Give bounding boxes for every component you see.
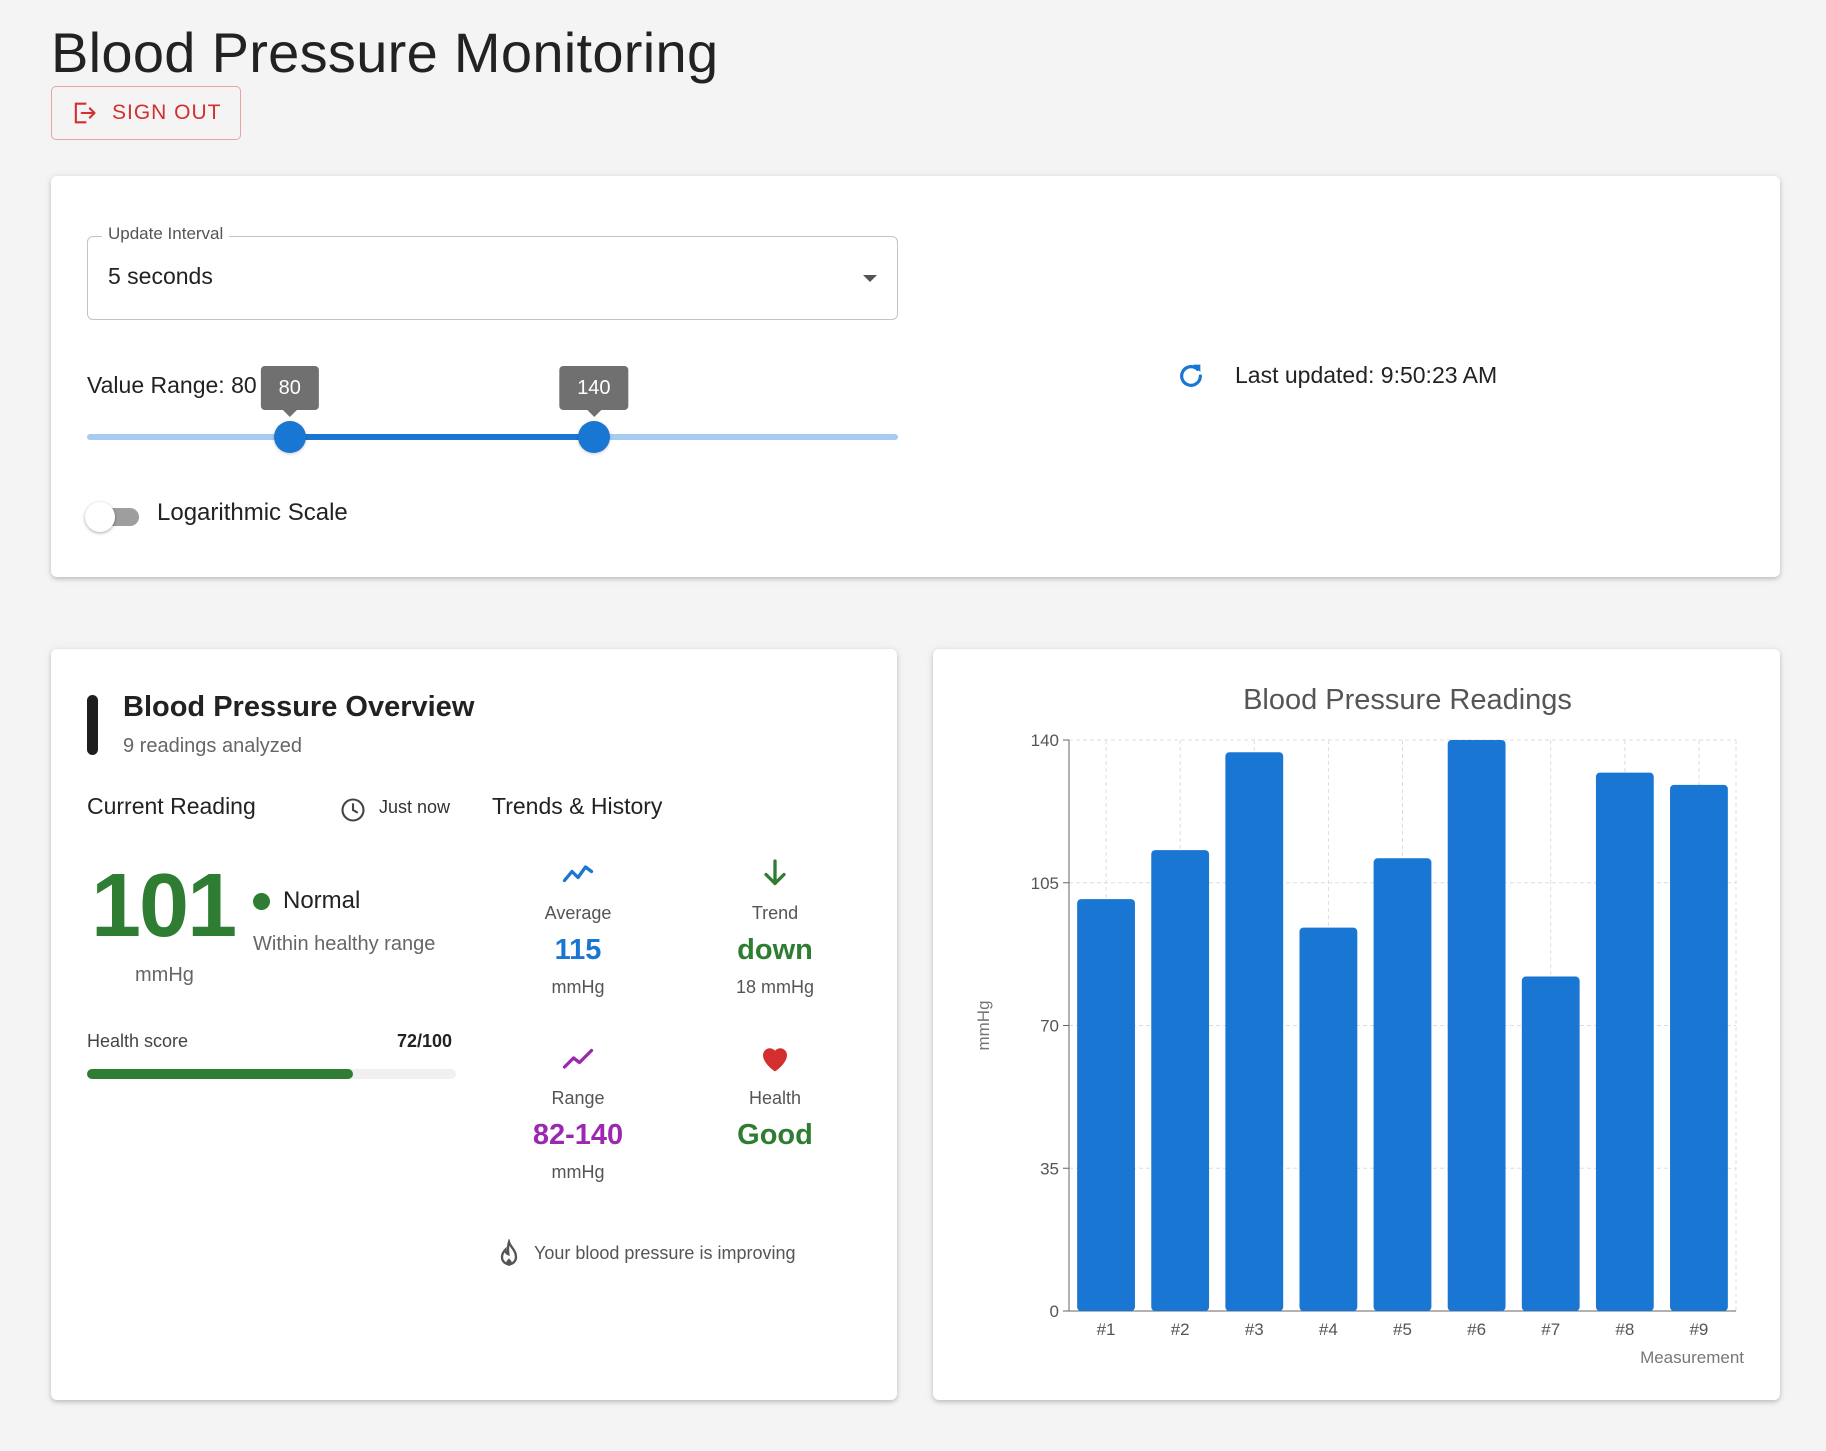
sign-out-button[interactable]: SIGN OUT [51,86,241,140]
logout-icon [74,102,96,124]
health-score-fill [87,1069,353,1079]
status-dot [253,893,270,910]
overview-title: Blood Pressure Overview [123,691,475,723]
stat-value: Good [737,1119,813,1151]
x-tick-label: #7 [1541,1320,1560,1339]
health-score-bar [87,1069,456,1079]
stat-range: Range 82-140 mmHg [493,1040,663,1183]
health-score-label: Health score [87,1031,189,1051]
refresh-icon[interactable] [1175,360,1207,392]
stat-label: Trend [751,903,799,923]
improvement-message: Your blood pressure is improving [534,1243,796,1263]
status-description: Within healthy range [253,933,436,955]
stat-unit: mmHg [551,1162,605,1182]
flame-icon [500,1239,518,1266]
stat-trend: Trend down 18 mmHg [690,855,860,998]
stat-label: Range [551,1088,605,1108]
bar [1151,850,1210,1311]
stat-label: Health [748,1088,802,1108]
trend-line-icon [562,865,594,883]
sign-out-label: SIGN OUT [112,101,222,124]
log-scale-toggle[interactable] [85,498,141,532]
toggle-knob [85,502,115,532]
current-reading-value: 101 [91,856,237,956]
stat-unit: 18 mmHg [735,977,815,997]
x-axis-label: Measurement [1640,1348,1744,1367]
stat-value: 82-140 [532,1119,624,1151]
x-tick-label: #8 [1615,1320,1634,1339]
y-tick-label: 140 [1031,731,1059,750]
chart-panel: Blood Pressure Readings 0 35 70 105 140 #1 #2 #3… [933,649,1780,1400]
arrow-down-icon [764,859,786,886]
controls-panel: Update Interval 5 seconds Value Range: 8… [51,176,1780,577]
slider-high-tooltip: 140 [559,366,629,417]
overview-subtitle: 9 readings analyzed [123,735,303,757]
page-title: Blood Pressure Monitoring [51,21,719,84]
x-tick-label: #6 [1467,1320,1486,1339]
bar [1670,784,1728,1311]
x-tick-label: #4 [1319,1320,1338,1339]
update-interval-select[interactable]: Update Interval 5 seconds [87,224,898,320]
x-tick-label: #1 [1097,1320,1116,1339]
y-axis-label: mmHg [974,1000,993,1050]
bar [1521,976,1580,1311]
current-reading-unit: mmHg [135,964,194,986]
bp-bar-chart: Blood Pressure Readings 0 35 70 105 140 #1 #2 #3… [974,684,1744,1367]
trends-heading: Trends & History [492,793,663,819]
stat-average: Average 115 mmHg [493,855,663,998]
last-updated-text: Last updated: 9:50:23 AM [1235,362,1498,388]
health-score-value: 72/100 [397,1031,453,1051]
bar [1595,772,1654,1311]
current-reading-heading: Current Reading [87,793,256,819]
bar [1077,899,1135,1311]
slider-low-thumb[interactable] [273,421,306,453]
slider-track [289,434,594,440]
y-tick-label: 0 [1050,1302,1059,1321]
bar [1225,752,1284,1311]
x-tick-label: #2 [1171,1320,1190,1339]
heart-icon [763,1048,787,1072]
stat-label: Average [544,903,612,923]
bar [1299,927,1358,1311]
log-scale-label: Logarithmic Scale [157,499,348,526]
overview-panel: Blood Pressure Overview 9 readings analy… [51,649,897,1400]
slider-low-tooltip: 80 [260,366,319,417]
stat-health: Health Good [690,1040,860,1152]
reading-time: Just now [379,797,451,817]
x-tick-label: #3 [1245,1320,1264,1339]
stat-unit: mmHg [551,977,605,997]
chart-title: Blood Pressure Readings [1243,684,1572,716]
accent-bar [87,695,98,755]
trend-line-icon [562,1048,594,1069]
update-interval-label: Update Interval [102,224,230,244]
x-tick-label: #5 [1393,1320,1412,1339]
chevron-down-icon [863,275,877,282]
y-tick-label: 35 [1040,1159,1059,1178]
clock-icon [341,798,365,822]
x-tick-label: #9 [1689,1320,1708,1339]
stat-value: down [737,934,813,966]
status-label: Normal [283,887,361,914]
y-tick-label: 70 [1040,1017,1059,1036]
stat-value: 115 [554,934,602,966]
y-tick-label: 105 [1031,874,1059,893]
bar [1373,858,1432,1311]
slider-high-thumb[interactable] [577,421,610,453]
update-interval-value: 5 seconds [108,263,213,289]
bar [1447,740,1506,1311]
